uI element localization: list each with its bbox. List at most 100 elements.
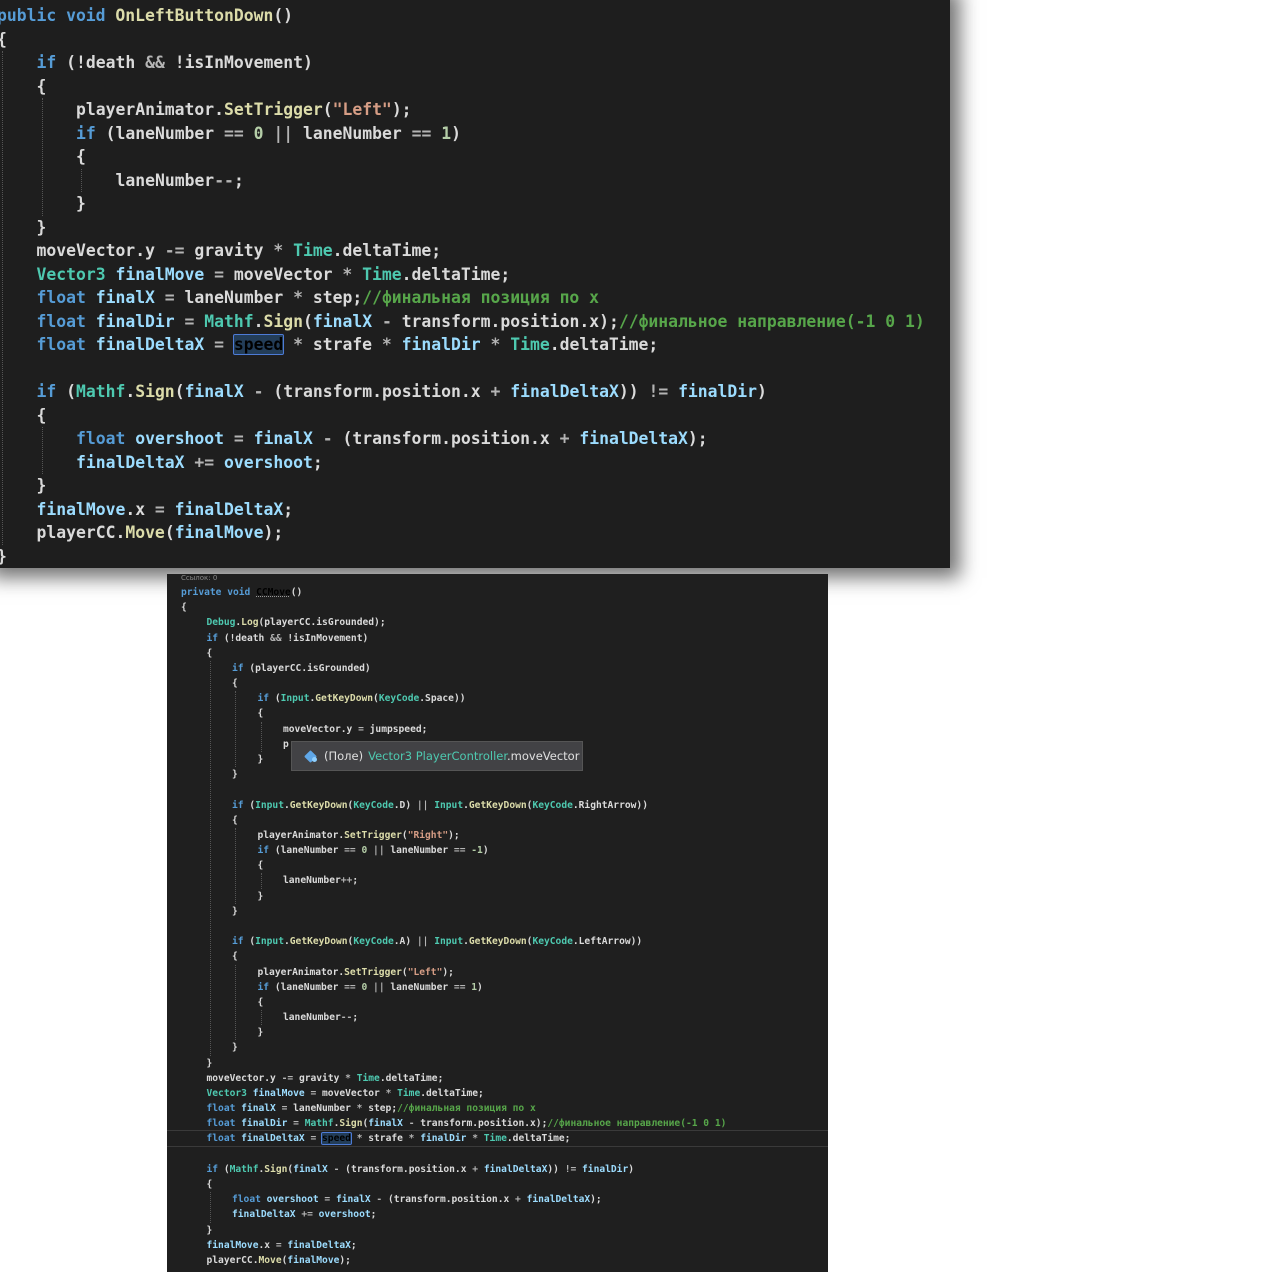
code-line[interactable]: { [37,75,47,98]
code-line[interactable]: if (Input.GetKeyDown(KeyCode.Space)) [258,691,466,706]
code-line[interactable]: Vector3 finalMove = moveVector * Time.de… [37,263,511,286]
code-token: Move [125,523,165,542]
code-line[interactable]: { [232,949,238,964]
code-token: moveVector [283,723,341,735]
code-token: ; [648,335,659,354]
code-line[interactable]: { [258,858,264,873]
reference-count-lens[interactable]: Ссылок: 0 [181,574,217,582]
code-line[interactable]: float finalDir = Mathf.Sign(finalX - tra… [207,1116,727,1131]
code-line[interactable]: if (laneNumber == 0 || laneNumber == -1) [258,843,489,858]
code-line[interactable]: playerAnimator.SetTrigger("Left"); [76,98,412,121]
code-editor-top[interactable]: public void OnLeftButtonDown(){if (!deat… [0,0,950,568]
code-token: Time [293,241,333,260]
code-editor-bottom[interactable]: Ссылок: 0 (Поле) Vector3 PlayerControlle… [167,574,828,1272]
code-line[interactable]: { [181,600,187,615]
code-line[interactable]: if (!death && !isInMovement) [207,631,369,646]
code-token: ) [482,845,489,857]
code-line[interactable]: } [258,889,264,904]
code-token: -- [214,170,234,190]
code-line[interactable]: float overshoot = finalX - (transform.po… [232,1192,602,1207]
code-line[interactable]: float finalX = laneNumber * step;//финал… [37,286,600,309]
code-line[interactable]: finalMove.x = finalDeltaX; [207,1238,357,1253]
code-line[interactable]: moveVector.y = jumpspeed; [283,722,427,737]
code-line[interactable]: { [232,676,238,691]
code-line[interactable]: finalMove.x = finalDeltaX; [37,498,294,521]
code-line[interactable]: laneNumber--; [283,1010,358,1025]
code-line[interactable]: if (playerCC.isGrounded) [232,661,371,676]
code-line[interactable]: Debug.Log(playerCC.isGrounded); [207,615,386,630]
code-token: finalX [312,311,373,331]
code-token: * [283,335,313,354]
code-line[interactable]: public void OnLeftButtonDown() [0,4,293,27]
code-token: position [408,1163,455,1175]
indent-guide [209,660,211,1056]
code-line[interactable]: } [207,1223,213,1238]
code-token: . [401,264,412,284]
code-line[interactable]: if (laneNumber == 0 || laneNumber == 1) [76,122,461,145]
code-line[interactable]: Vector3 finalMove = moveVector * Time.de… [207,1086,484,1101]
code-line[interactable]: playerCC.Move(finalMove); [37,521,284,544]
code-line[interactable]: } [258,752,264,767]
code-token: ) [628,1163,635,1175]
code-line[interactable]: laneNumber--; [116,169,244,192]
code-token: if [257,845,275,857]
code-line[interactable]: float finalDeltaX = speed * strafe * fin… [37,333,659,356]
code-line[interactable]: playerAnimator.SetTrigger("Left"); [258,965,454,980]
code-token: ) [757,382,767,401]
code-line[interactable]: } [258,1025,264,1040]
code-token: . [372,382,382,401]
code-line[interactable]: if (!death && !isInMovement) [37,51,313,74]
code-line[interactable]: private void CCMove() [181,585,302,600]
code-line[interactable]: moveVector.y -= gravity * Time.deltaTime… [207,1071,444,1086]
code-token: = [275,1103,294,1115]
code-token: finalX [184,382,244,401]
code-token: Time [510,335,550,354]
code-line[interactable]: { [37,404,47,427]
indent-guide [260,721,262,752]
code-token: SetTrigger [224,100,323,119]
code-line[interactable]: if (Input.GetKeyDown(KeyCode.A) || Input… [232,934,642,949]
code-line[interactable]: { [258,995,264,1010]
code-line[interactable]: float finalDir = Mathf.Sign(finalX - tra… [37,310,925,333]
code-line[interactable]: } [232,1040,238,1055]
code-line[interactable]: if (laneNumber == 0 || laneNumber == 1) [258,980,483,995]
code-token: step [368,1103,392,1115]
code-token: { [0,30,7,49]
code-token: . [460,382,471,401]
code-line[interactable]: playerCC.Move(finalMove); [207,1253,351,1268]
code-line[interactable]: float overshoot = finalX - (transform.po… [76,427,708,450]
code-line[interactable]: laneNumber++; [283,873,358,888]
code-line[interactable]: if (Mathf.Sign(finalX - (transform.posit… [37,380,767,403]
code-token: Time [397,1087,421,1099]
code-line[interactable]: } [232,767,238,782]
code-token: ); [687,429,708,448]
code-line[interactable]: moveVector.y -= gravity * Time.deltaTime… [37,239,442,262]
code-line[interactable]: if (Mathf.Sign(finalX - (transform.posit… [207,1162,635,1177]
code-token: { [206,1179,213,1191]
code-token: float [206,1103,242,1115]
code-token: += [184,452,225,472]
code-line[interactable]: finalDeltaX += overshoot; [232,1207,376,1222]
code-line[interactable]: { [0,28,7,51]
code-line[interactable]: } [0,545,7,568]
code-line[interactable]: } [37,474,47,497]
code-token: finalDeltaX [483,1163,548,1175]
code-line[interactable]: } [232,904,238,919]
code-line[interactable]: } [76,192,86,215]
code-line[interactable]: } [37,216,47,239]
code-line[interactable]: { [232,813,238,828]
code-line[interactable]: if (Input.GetKeyDown(KeyCode.D) || Input… [232,798,648,813]
code-line[interactable]: } [207,1056,213,1071]
code-line[interactable]: { [207,646,213,661]
code-line[interactable]: { [258,706,264,721]
code-token: deltaTime [411,264,501,284]
code-line[interactable]: { [76,145,86,168]
code-line[interactable]: float finalX = laneNumber * step;//финал… [207,1101,536,1116]
code-line[interactable]: float finalDeltaX = speed * strafe * fin… [207,1131,570,1146]
code-line[interactable]: p [283,737,289,752]
code-line[interactable]: finalDeltaX += overshoot; [76,451,323,474]
code-token: public void [0,6,116,25]
code-line[interactable]: { [207,1177,213,1192]
code-line[interactable]: playerAnimator.SetTrigger("Right"); [258,828,460,843]
code-token: ; [233,170,244,190]
